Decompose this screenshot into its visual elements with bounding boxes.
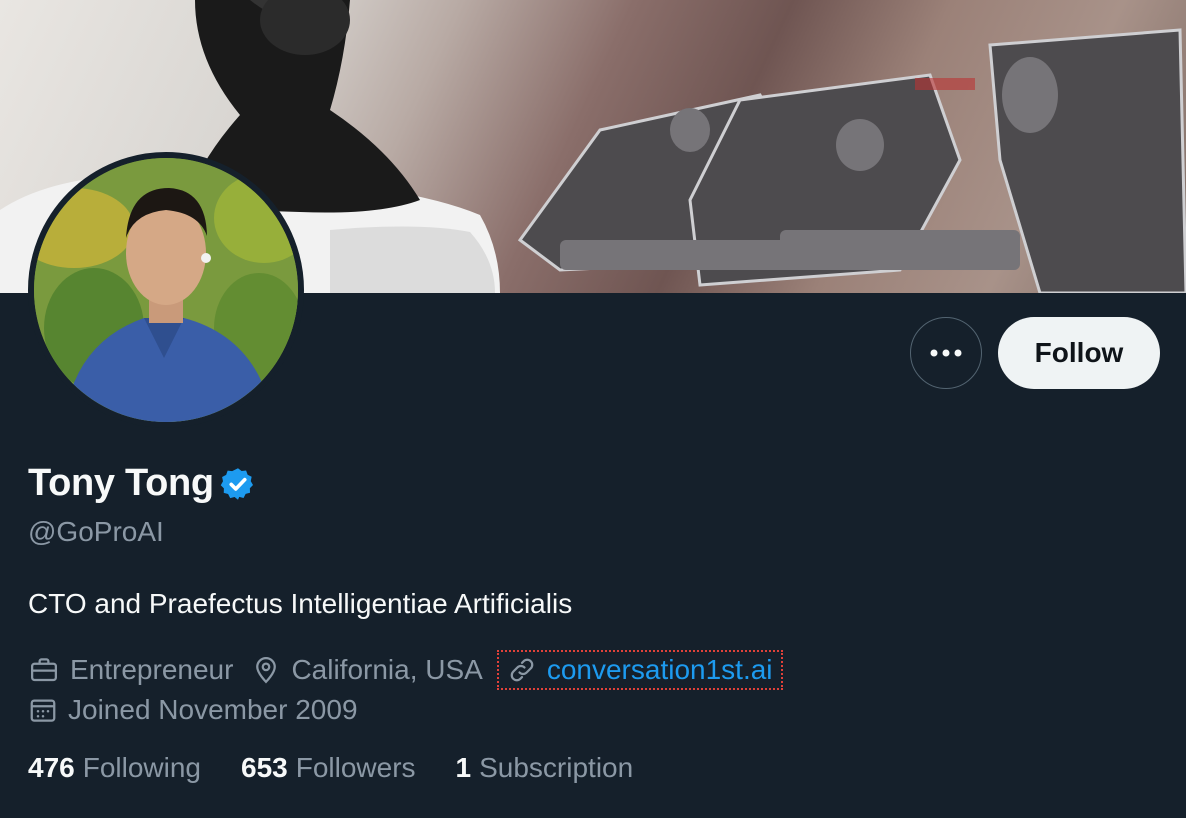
following-label: Following xyxy=(82,752,201,783)
following-stat[interactable]: 476 Following xyxy=(28,752,201,784)
name-row: Tony Tong xyxy=(28,462,256,505)
category-item: Entrepreneur xyxy=(28,654,233,686)
location-pin-icon xyxy=(256,656,277,684)
profile-meta-row: Entrepreneur California, USA conversatio… xyxy=(28,650,783,690)
location-text: California, USA xyxy=(291,654,483,685)
joined-item: Joined November 2009 xyxy=(28,694,358,726)
website-link[interactable]: conversation1st.ai xyxy=(496,650,783,690)
display-name: Tony Tong xyxy=(28,462,214,504)
calendar-icon xyxy=(30,699,56,722)
more-horizontal-icon xyxy=(930,349,962,357)
category-text: Entrepreneur xyxy=(70,654,234,685)
followers-count: 653 xyxy=(241,752,288,783)
avatar[interactable] xyxy=(28,152,304,428)
follow-button[interactable]: Follow xyxy=(998,317,1160,389)
subscription-label: Subscription xyxy=(479,752,634,783)
subscription-stat[interactable]: 1 Subscription xyxy=(456,752,634,784)
followers-label: Followers xyxy=(295,752,416,783)
link-icon xyxy=(510,658,534,682)
following-count: 476 xyxy=(28,752,75,783)
location-item: California, USA xyxy=(251,654,483,686)
followers-stat[interactable]: 653 Followers xyxy=(241,752,416,784)
briefcase-icon xyxy=(31,658,57,682)
joined-row: Joined November 2009 xyxy=(28,690,376,730)
verified-badge-icon[interactable] xyxy=(220,466,256,502)
website-text[interactable]: conversation1st.ai xyxy=(547,654,773,686)
joined-text: Joined November 2009 xyxy=(68,694,358,725)
subscription-count: 1 xyxy=(455,752,472,783)
more-options-button[interactable] xyxy=(910,317,982,389)
bio: CTO and Praefectus Intelligentiae Artifi… xyxy=(28,588,573,619)
avatar-photo xyxy=(34,158,298,422)
profile-stats: 476 Following 653 Followers 1 Subscripti… xyxy=(28,752,673,784)
handle: @GoProAI xyxy=(28,516,164,547)
